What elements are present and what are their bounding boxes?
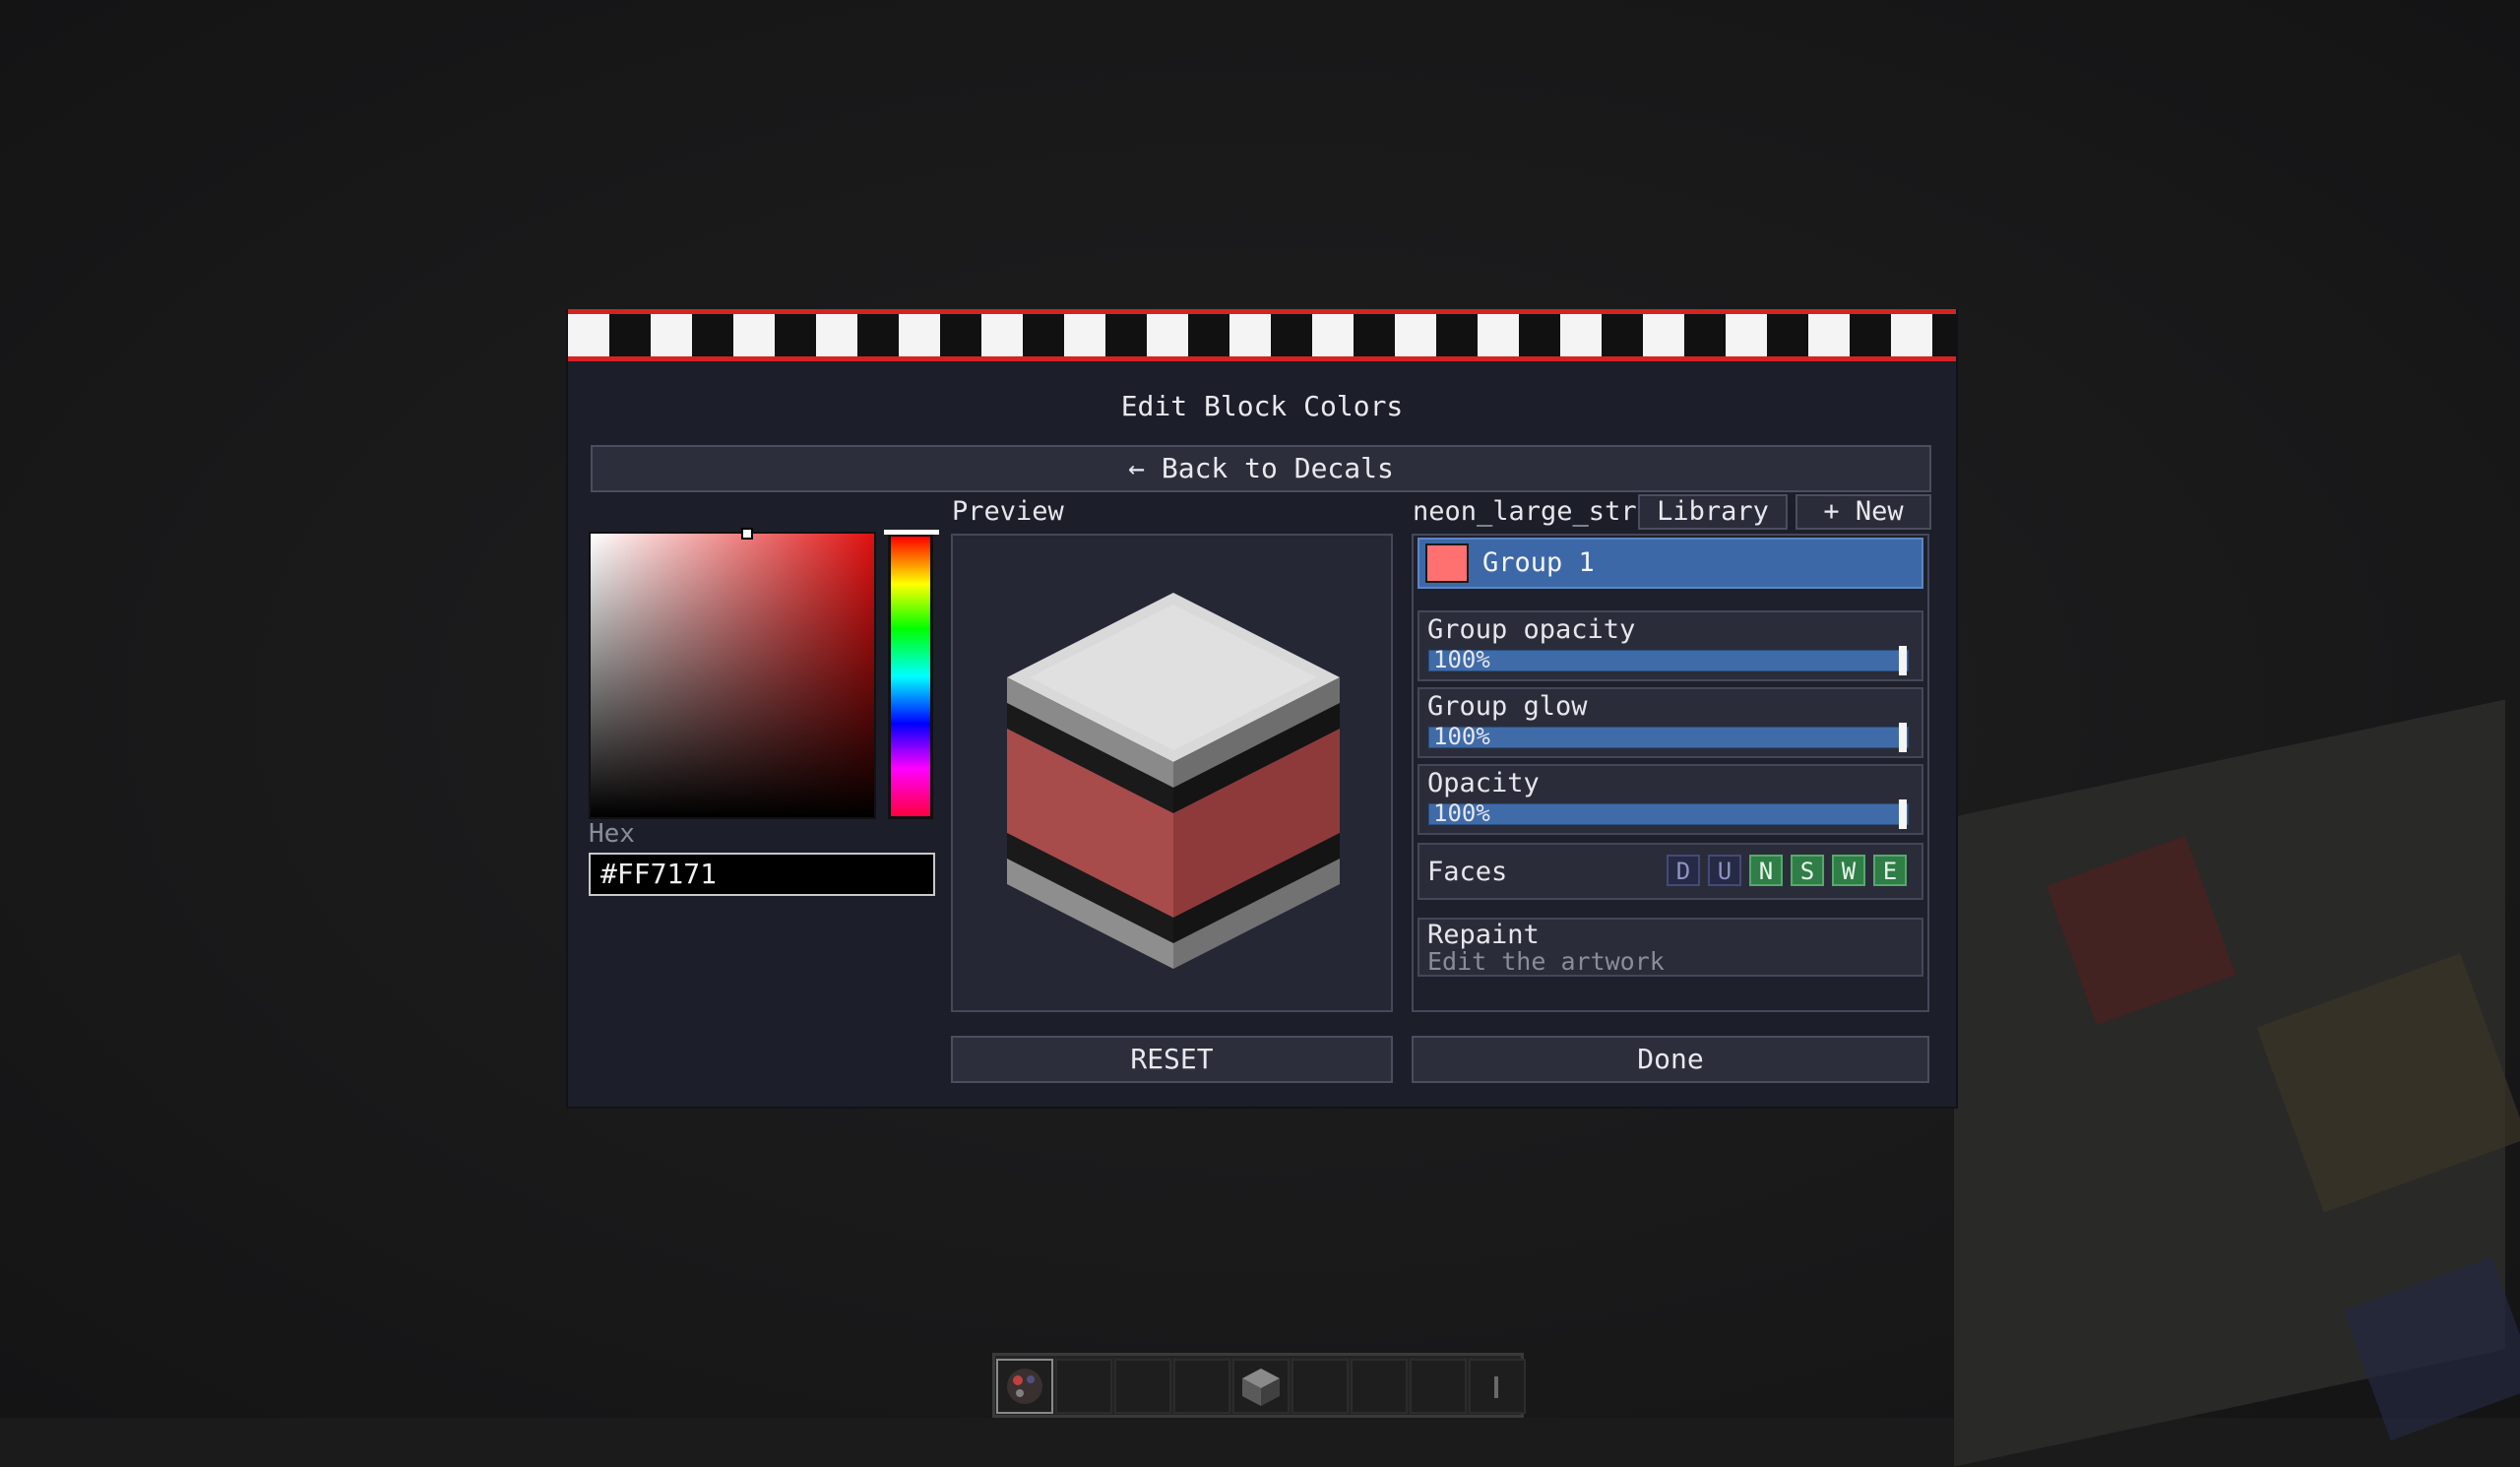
hotbar-slot[interactable] [1410,1359,1467,1414]
done-button[interactable]: Done [1412,1036,1929,1083]
block-item-icon [1242,1369,1280,1406]
saturation-value-cursor[interactable] [741,528,753,540]
group-glow-slider-handle[interactable] [1899,723,1907,752]
group-opacity-value: 100% [1433,646,1490,673]
decal-file-name: neon_large_strip [1413,496,1670,527]
checkered-header-stripe [568,309,1956,361]
new-group-button[interactable]: + New [1796,494,1931,530]
faces-label: Faces [1427,857,1508,887]
group-opacity-label: Group opacity [1427,614,1636,645]
group-opacity-slider[interactable] [1428,650,1909,671]
block-preview[interactable] [951,534,1393,1012]
hotbar-slot-selected[interactable] [996,1359,1053,1414]
hotbar-slot[interactable] [1351,1359,1408,1414]
library-button[interactable]: Library [1638,494,1788,530]
group-glow-value: 100% [1433,723,1490,750]
face-toggle-down[interactable]: D [1667,855,1700,886]
group-color-swatch [1425,543,1469,583]
block-preview-cube [1007,593,1340,969]
repaint-title: Repaint [1427,920,1540,950]
saturation-value-picker[interactable] [589,532,876,819]
group-opacity-slider-handle[interactable] [1899,646,1907,675]
page-title: Edit Block Colors [1120,390,1404,422]
hex-label: Hex [589,819,635,849]
hotbar-slot[interactable] [1232,1359,1290,1414]
opacity-label: Opacity [1427,768,1540,798]
palette-item-icon [1007,1369,1042,1404]
group-glow-label: Group glow [1427,691,1588,722]
hotbar-slot[interactable] [1469,1359,1526,1414]
opacity-value: 100% [1433,799,1490,827]
hotbar-slot[interactable] [1055,1359,1112,1414]
face-toggle-south[interactable]: S [1791,855,1824,886]
hotbar-slot[interactable] [1292,1359,1349,1414]
hotbar-slot[interactable] [1114,1359,1171,1414]
reset-button[interactable]: RESET [951,1036,1393,1083]
back-to-decals-button[interactable]: ← Back to Decals [591,445,1931,492]
face-toggle-up[interactable]: U [1708,855,1741,886]
face-toggle-east[interactable]: E [1873,855,1907,886]
opacity-slider[interactable] [1428,803,1909,825]
face-toggle-north[interactable]: N [1749,855,1783,886]
preview-label: Preview [952,496,1064,527]
stick-item-icon [1494,1376,1498,1398]
face-toggle-west[interactable]: W [1832,855,1865,886]
group-glow-slider[interactable] [1428,727,1909,748]
repaint-subtitle: Edit the artwork [1427,947,1665,976]
hex-input[interactable]: #FF7171 [589,853,935,896]
hue-slider-cursor[interactable] [884,530,939,535]
group-name: Group 1 [1482,547,1595,578]
hotbar-slot[interactable] [1173,1359,1230,1414]
opacity-slider-handle[interactable] [1899,799,1907,829]
hue-slider[interactable] [888,534,933,819]
